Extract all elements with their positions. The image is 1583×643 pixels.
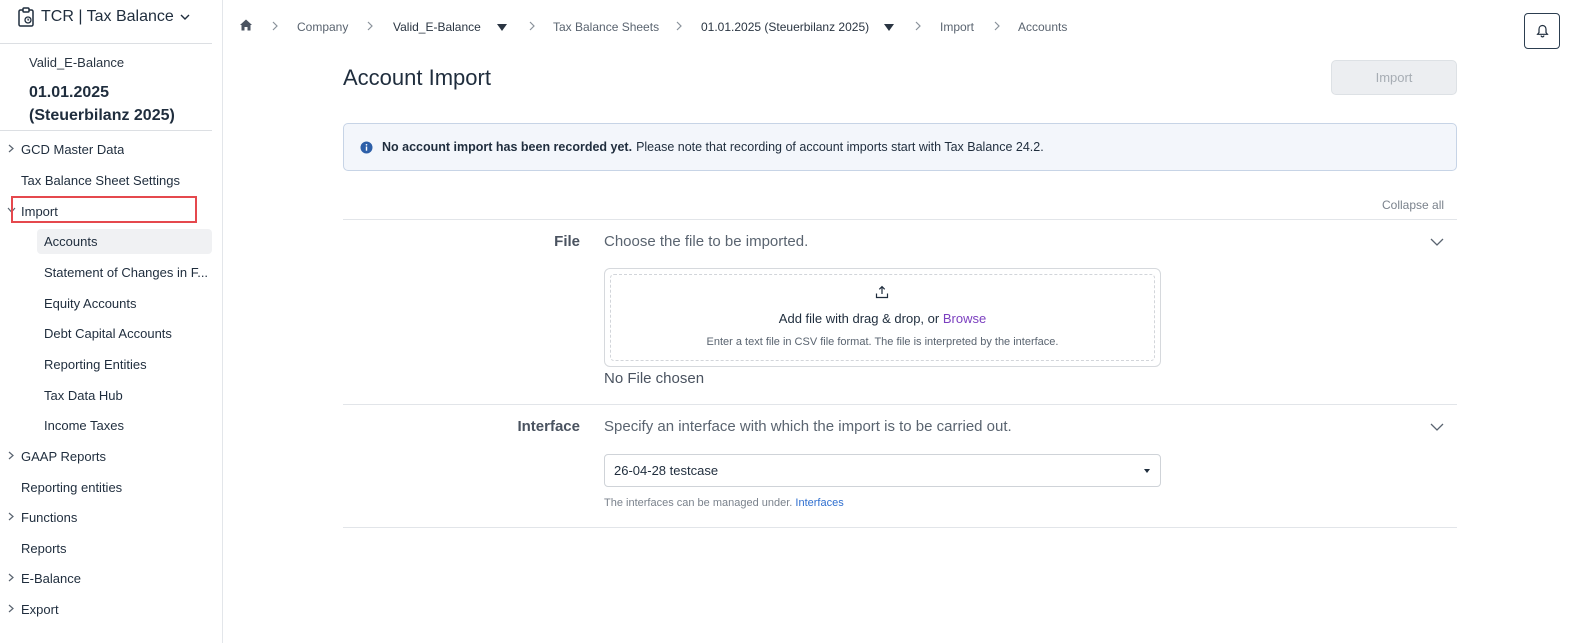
sidebar-subitem-equity-accounts[interactable]: Equity Accounts [37, 291, 212, 316]
breadcrumb-tax-balance-sheets[interactable]: Tax Balance Sheets [553, 20, 659, 34]
divider [343, 527, 1457, 528]
divider [0, 43, 212, 44]
sidebar-item-label: GCD Master Data [21, 141, 125, 157]
file-section-label: File [554, 233, 580, 250]
sidebar-item-label: Tax Data Hub [44, 388, 123, 403]
interfaces-link[interactable]: Interfaces [795, 497, 843, 509]
interface-section-label: Interface [517, 418, 580, 435]
period-title: 01.01.2025 (Steuerbilanz 2025) [29, 84, 175, 124]
interface-helper-text: The interfaces can be managed under. Int… [604, 497, 844, 509]
chevron-right-icon [915, 21, 921, 31]
sidebar: TCR | Tax Balance Valid_E-Balance 01.01.… [0, 0, 223, 643]
sidebar-subitem-reporting-entities[interactable]: Reporting Entities [37, 352, 212, 377]
collapse-all-link[interactable]: Collapse all [1382, 198, 1444, 212]
interface-select[interactable]: 26-04-28 testcase [604, 454, 1161, 487]
breadcrumb-company-name[interactable]: Valid_E-Balance [393, 20, 481, 34]
home-icon[interactable] [239, 18, 253, 32]
sidebar-item-functions[interactable]: Functions [8, 505, 78, 529]
chevron-right-icon [6, 142, 16, 154]
sidebar-item-tax-balance-sheet-settings[interactable]: Tax Balance Sheet Settings [21, 168, 180, 192]
dropzone-hint: Enter a text file in CSV file format. Th… [706, 336, 1059, 348]
notifications-button[interactable] [1524, 13, 1560, 49]
sidebar-item-import[interactable]: Import [7, 199, 58, 223]
info-icon [360, 141, 373, 153]
sidebar-item-label: Accounts [44, 234, 98, 249]
import-button[interactable]: Import [1331, 60, 1457, 95]
chevron-right-icon [994, 21, 1000, 31]
sidebar-item-label: Reports [21, 540, 67, 556]
info-banner: No account import has been recorded yet.… [343, 123, 1457, 171]
sidebar-item-label: E-Balance [21, 570, 81, 586]
dropzone-text: Add file with drag & drop, or Browse [604, 311, 1161, 326]
sidebar-item-label: Income Taxes [44, 418, 124, 433]
sidebar-item-label: Debt Capital Accounts [44, 326, 172, 341]
sidebar-item-gcd-master-data[interactable]: GCD Master Data [8, 137, 125, 161]
sidebar-item-label: Reporting entities [21, 479, 123, 495]
sidebar-item-label: Functions [21, 509, 78, 525]
sidebar-subitem-tax-data-hub[interactable]: Tax Data Hub [37, 383, 212, 408]
sidebar-subitem-statement-of-changes[interactable]: Statement of Changes in F... [37, 260, 212, 285]
sidebar-item-label: GAAP Reports [21, 448, 107, 464]
breadcrumb-company[interactable]: Company [297, 20, 348, 34]
chevron-right-icon [6, 602, 16, 614]
sidebar-subitem-debt-capital-accounts[interactable]: Debt Capital Accounts [37, 321, 212, 346]
sidebar-item-label: Statement of Changes in F... [44, 265, 209, 280]
breadcrumb-accounts[interactable]: Accounts [1018, 20, 1067, 34]
upload-icon [875, 285, 889, 299]
chevron-down-icon[interactable] [1430, 422, 1444, 432]
caret-down-icon [1144, 469, 1150, 473]
sidebar-item-label: Tax Balance Sheet Settings [21, 172, 180, 188]
chevron-right-icon [6, 510, 16, 522]
chevron-right-icon [6, 571, 16, 583]
sidebar-item-export[interactable]: Export [8, 597, 59, 621]
interface-select-value: 26-04-28 testcase [614, 463, 719, 478]
divider [343, 404, 1457, 405]
app-switcher[interactable]: TCR | Tax Balance [17, 6, 190, 28]
caret-down-icon[interactable] [884, 24, 894, 31]
sidebar-item-gaap-reports[interactable]: GAAP Reports [8, 444, 107, 468]
sidebar-subitem-income-taxes[interactable]: Income Taxes [37, 413, 212, 438]
sidebar-item-label: Reporting Entities [44, 357, 147, 372]
chevron-right-icon [272, 21, 278, 31]
no-file-chosen-text: No File chosen [604, 370, 705, 387]
company-name: Valid_E-Balance [29, 55, 125, 70]
page-title: Account Import [343, 65, 491, 90]
chevron-down-icon [180, 14, 190, 20]
interface-section-description: Specify an interface with which the impo… [604, 418, 1012, 435]
sidebar-subitem-accounts[interactable]: Accounts [37, 229, 212, 254]
divider [0, 130, 212, 131]
sidebar-item-label: Export [21, 601, 59, 617]
chevron-right-icon [6, 449, 16, 461]
clipboard-icon [18, 7, 34, 27]
divider [343, 219, 1457, 220]
caret-down-icon[interactable] [497, 24, 507, 31]
app-title: TCR | Tax Balance [41, 8, 174, 25]
chevron-down-icon[interactable] [1430, 237, 1444, 247]
browse-link[interactable]: Browse [943, 311, 986, 326]
sidebar-item-label: Equity Accounts [44, 296, 137, 311]
chevron-right-icon [676, 21, 682, 31]
chevron-right-icon [367, 21, 373, 31]
chevron-down-icon [6, 204, 16, 216]
info-banner-title: No account import has been recorded yet. [382, 140, 633, 154]
info-banner-text: Please note that recording of account im… [636, 140, 1044, 154]
helper-text: The interfaces can be managed under. [604, 497, 793, 509]
dropzone-instruction: Add file with drag & drop, or [778, 311, 940, 326]
bell-icon [1535, 24, 1549, 38]
chevron-right-icon [529, 21, 535, 31]
sidebar-item-label: Import [21, 203, 58, 219]
sidebar-item-e-balance[interactable]: E-Balance [8, 566, 81, 590]
breadcrumb-import[interactable]: Import [940, 20, 974, 34]
breadcrumb-period[interactable]: 01.01.2025 (Steuerbilanz 2025) [701, 20, 869, 34]
sidebar-item-reports[interactable]: Reports [21, 536, 67, 560]
sidebar-item-reporting-entities[interactable]: Reporting entities [21, 475, 122, 499]
file-section-description: Choose the file to be imported. [604, 233, 809, 250]
